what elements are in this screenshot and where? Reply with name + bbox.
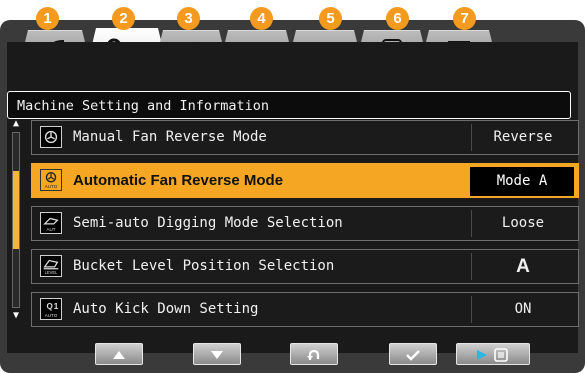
row-label: Semi-auto Digging Mode Selection bbox=[73, 215, 343, 231]
device-frame: Machine Setting and Information ▲ ▼ Manu… bbox=[0, 20, 585, 373]
row-value: Mode A bbox=[470, 167, 574, 196]
row-label: Auto Kick Down Setting bbox=[73, 301, 259, 317]
bucket-level-icon: LEVEL bbox=[40, 255, 62, 277]
icon-caption: AUT bbox=[46, 227, 55, 232]
list-item[interactable]: Q 1 AUTO Auto Kick Down Setting ON bbox=[31, 292, 579, 327]
list-item[interactable]: AUT Semi-auto Digging Mode Selection Loo… bbox=[31, 206, 579, 241]
scroll-thumb[interactable] bbox=[13, 171, 19, 249]
scroll-down-icon[interactable]: ▼ bbox=[10, 310, 22, 322]
return-arrow-icon bbox=[306, 347, 322, 362]
row-label: Manual Fan Reverse Mode bbox=[73, 129, 267, 145]
triangle-up-icon bbox=[111, 347, 127, 362]
svg-text:Q: Q bbox=[46, 302, 53, 311]
kick-down-icon: Q 1 AUTO bbox=[40, 298, 62, 320]
row-value: A bbox=[471, 253, 574, 280]
badge-4: 4 bbox=[250, 7, 273, 30]
page-title: Machine Setting and Information bbox=[7, 91, 571, 119]
down-button[interactable] bbox=[193, 343, 241, 365]
triangle-down-icon bbox=[209, 347, 225, 362]
stage: 1 2 3 4 5 6 7 Machine Setting and Inform… bbox=[0, 0, 585, 373]
confirm-button[interactable] bbox=[389, 343, 437, 365]
scrollbar[interactable]: ▲ ▼ bbox=[9, 118, 23, 323]
badge-5: 5 bbox=[319, 7, 342, 30]
badge-1: 1 bbox=[36, 7, 59, 30]
icon-caption: AUTO bbox=[45, 313, 58, 318]
play-list-icon bbox=[473, 347, 513, 362]
row-value: Loose bbox=[471, 210, 574, 237]
digging-auto-icon: AUT bbox=[40, 212, 62, 234]
row-label: Bucket Level Position Selection bbox=[73, 258, 335, 274]
badge-7: 7 bbox=[453, 7, 476, 30]
row-value: Reverse bbox=[471, 124, 574, 151]
scroll-track[interactable] bbox=[12, 132, 20, 308]
row-value: ON bbox=[471, 296, 574, 323]
menu-button[interactable] bbox=[456, 343, 530, 365]
list-item[interactable]: Manual Fan Reverse Mode Reverse bbox=[31, 120, 579, 155]
row-label: Automatic Fan Reverse Mode bbox=[73, 172, 284, 189]
badge-3: 3 bbox=[177, 7, 200, 30]
list-item-selected[interactable]: AUTO Automatic Fan Reverse Mode Mode A bbox=[31, 163, 579, 198]
badge-2: 2 bbox=[112, 7, 135, 30]
scroll-up-icon[interactable]: ▲ bbox=[10, 118, 22, 130]
icon-caption: LEVEL bbox=[45, 270, 58, 275]
back-button[interactable] bbox=[290, 343, 338, 365]
fan-auto-icon: AUTO bbox=[40, 169, 62, 191]
icon-caption: AUTO bbox=[45, 184, 58, 189]
fan-icon bbox=[40, 126, 62, 148]
list-item[interactable]: LEVEL Bucket Level Position Selection A bbox=[31, 249, 579, 284]
svg-text:1: 1 bbox=[54, 302, 59, 311]
checkmark-icon bbox=[405, 347, 421, 362]
up-button[interactable] bbox=[95, 343, 143, 365]
badge-6: 6 bbox=[386, 7, 409, 30]
